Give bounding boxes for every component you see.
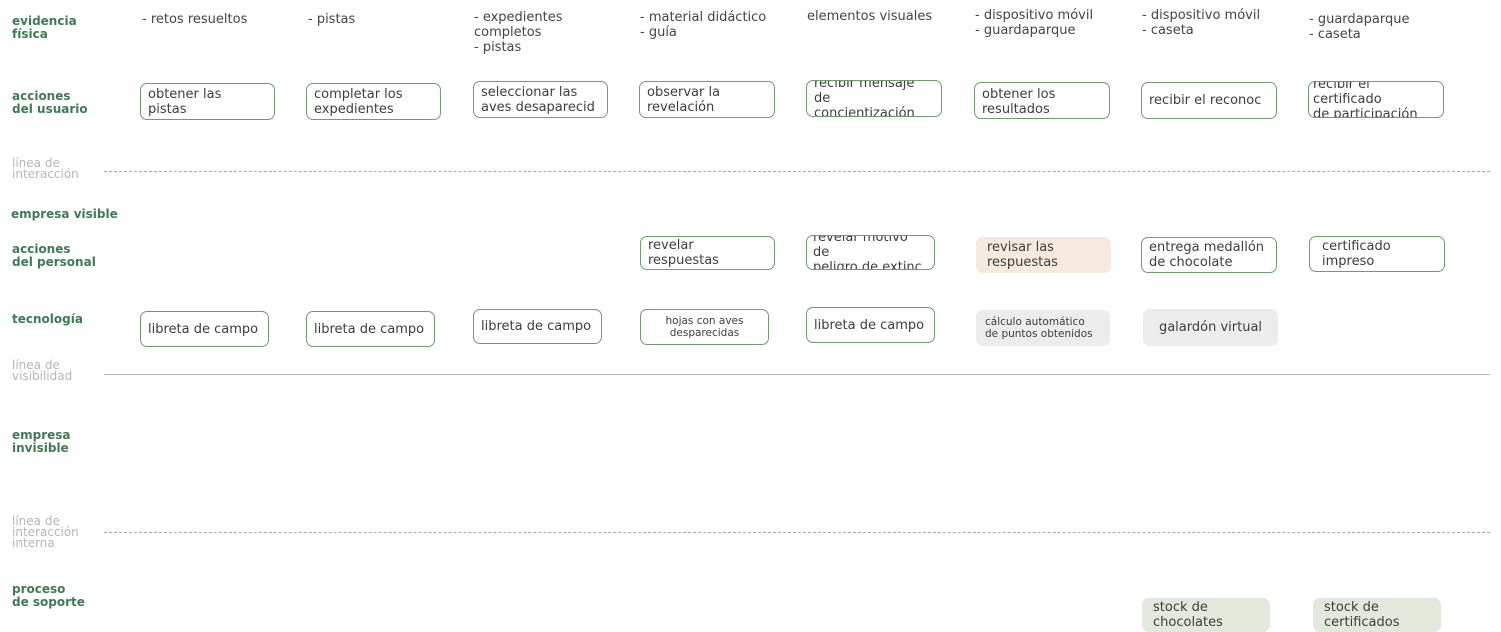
technology-card: hojas con aves desparecidas — [640, 309, 769, 345]
technology-card-highlighted: cálculo automático de puntos obtenidos — [976, 310, 1110, 346]
user-action-text: obtener los resultados — [982, 87, 1056, 117]
evidencia-item: elementos visuales — [807, 9, 933, 24]
user-action-card: recibir el certificado de participación — [1308, 81, 1444, 118]
user-action-card: recibir mensaje de concientización — [806, 80, 942, 117]
staff-action-card: certificado impreso — [1309, 236, 1445, 272]
user-action-card: obtener los resultados — [974, 82, 1110, 119]
user-action-card: completar los expedientes — [306, 83, 441, 120]
technology-card: libreta de campo — [473, 309, 602, 344]
technology-card-highlighted: galardón virtual — [1143, 309, 1278, 346]
user-action-card: seleccionar las aves desaparecid — [473, 81, 608, 118]
row-label-linea-visibilidad: línea de visibilidad — [12, 358, 73, 383]
row-label-empresa-invisible: empresa invisible — [12, 428, 71, 455]
linea-interaccion-interna-divider — [104, 532, 1490, 533]
row-label-proceso-soporte: proceso de soporte — [12, 582, 85, 609]
technology-text: libreta de campo — [148, 321, 259, 337]
staff-action-text: revelar respuestas — [648, 238, 719, 268]
staff-action-card: entrega medallón de chocolate — [1141, 237, 1277, 273]
user-action-card: recibir el reconoc — [1141, 82, 1277, 119]
user-action-card: obtener las pistas — [140, 83, 275, 120]
row-label-linea-interaccion-interna: línea de interacción interna — [12, 514, 79, 550]
user-action-text: seleccionar las aves desaparecid — [481, 84, 595, 115]
technology-text: hojas con aves desparecidas — [665, 315, 744, 339]
support-process-text: stock de certificados — [1324, 600, 1400, 630]
row-label-evidencia-fisica: evidencia física — [12, 14, 77, 41]
row-label-empresa-visible: empresa visible — [11, 207, 118, 221]
evidencia-item: - pistas — [308, 12, 356, 27]
row-label-tecnologia: tecnología — [12, 312, 83, 326]
user-action-card: observar la revelación — [639, 81, 775, 118]
staff-action-text: certificado impreso — [1322, 239, 1391, 269]
user-action-text: recibir mensaje de concientización — [814, 80, 915, 117]
support-process-card: stock de certificados — [1313, 598, 1441, 632]
user-action-text: recibir el certificado de participación — [1313, 81, 1418, 118]
support-process-text: stock de chocolates — [1153, 600, 1223, 630]
staff-action-text: entrega medallón de chocolate — [1149, 240, 1265, 270]
evidencia-item: - material didáctico - guía — [640, 10, 767, 40]
linea-visibilidad-divider — [104, 374, 1490, 375]
user-action-text: completar los expedientes — [314, 86, 403, 117]
evidencia-item: - retos resueltos — [142, 12, 248, 27]
technology-text: libreta de campo — [314, 321, 425, 337]
linea-interaccion-divider — [104, 171, 1490, 172]
user-action-text: observar la revelación — [647, 84, 721, 115]
support-process-card: stock de chocolates — [1142, 598, 1270, 632]
row-label-linea-interaccion: línea de interacción — [12, 156, 79, 181]
user-action-text: recibir el reconoc — [1149, 93, 1262, 108]
technology-text: libreta de campo — [481, 319, 592, 334]
technology-text: galardón virtual — [1158, 320, 1263, 335]
evidencia-item: - guardaparque - caseta — [1309, 12, 1410, 42]
technology-card: libreta de campo — [306, 311, 435, 347]
technology-card: libreta de campo — [806, 307, 935, 343]
staff-action-card-highlighted: revisar las respuestas — [976, 237, 1111, 273]
staff-action-text: revisar las respuestas — [987, 240, 1058, 270]
staff-action-card: revelar motivo de peligro de extinc — [806, 235, 935, 270]
staff-action-text: revelar motivo de peligro de extinc — [813, 235, 922, 270]
evidencia-item: - dispositivo móvil - caseta — [1142, 8, 1261, 38]
evidencia-item: - dispositivo móvil - guardaparque — [975, 8, 1094, 38]
user-action-text: obtener las pistas — [148, 86, 222, 117]
row-label-acciones-personal: acciones del personal — [12, 242, 96, 269]
technology-text: cálculo automático de puntos obtenidos — [985, 316, 1093, 340]
row-label-acciones-usuario: acciones del usuario — [12, 89, 88, 116]
staff-action-card: revelar respuestas — [640, 236, 775, 270]
technology-card: libreta de campo — [140, 311, 269, 347]
evidencia-item: - expedientes completos - pistas — [474, 10, 563, 55]
technology-text: libreta de campo — [814, 317, 925, 333]
